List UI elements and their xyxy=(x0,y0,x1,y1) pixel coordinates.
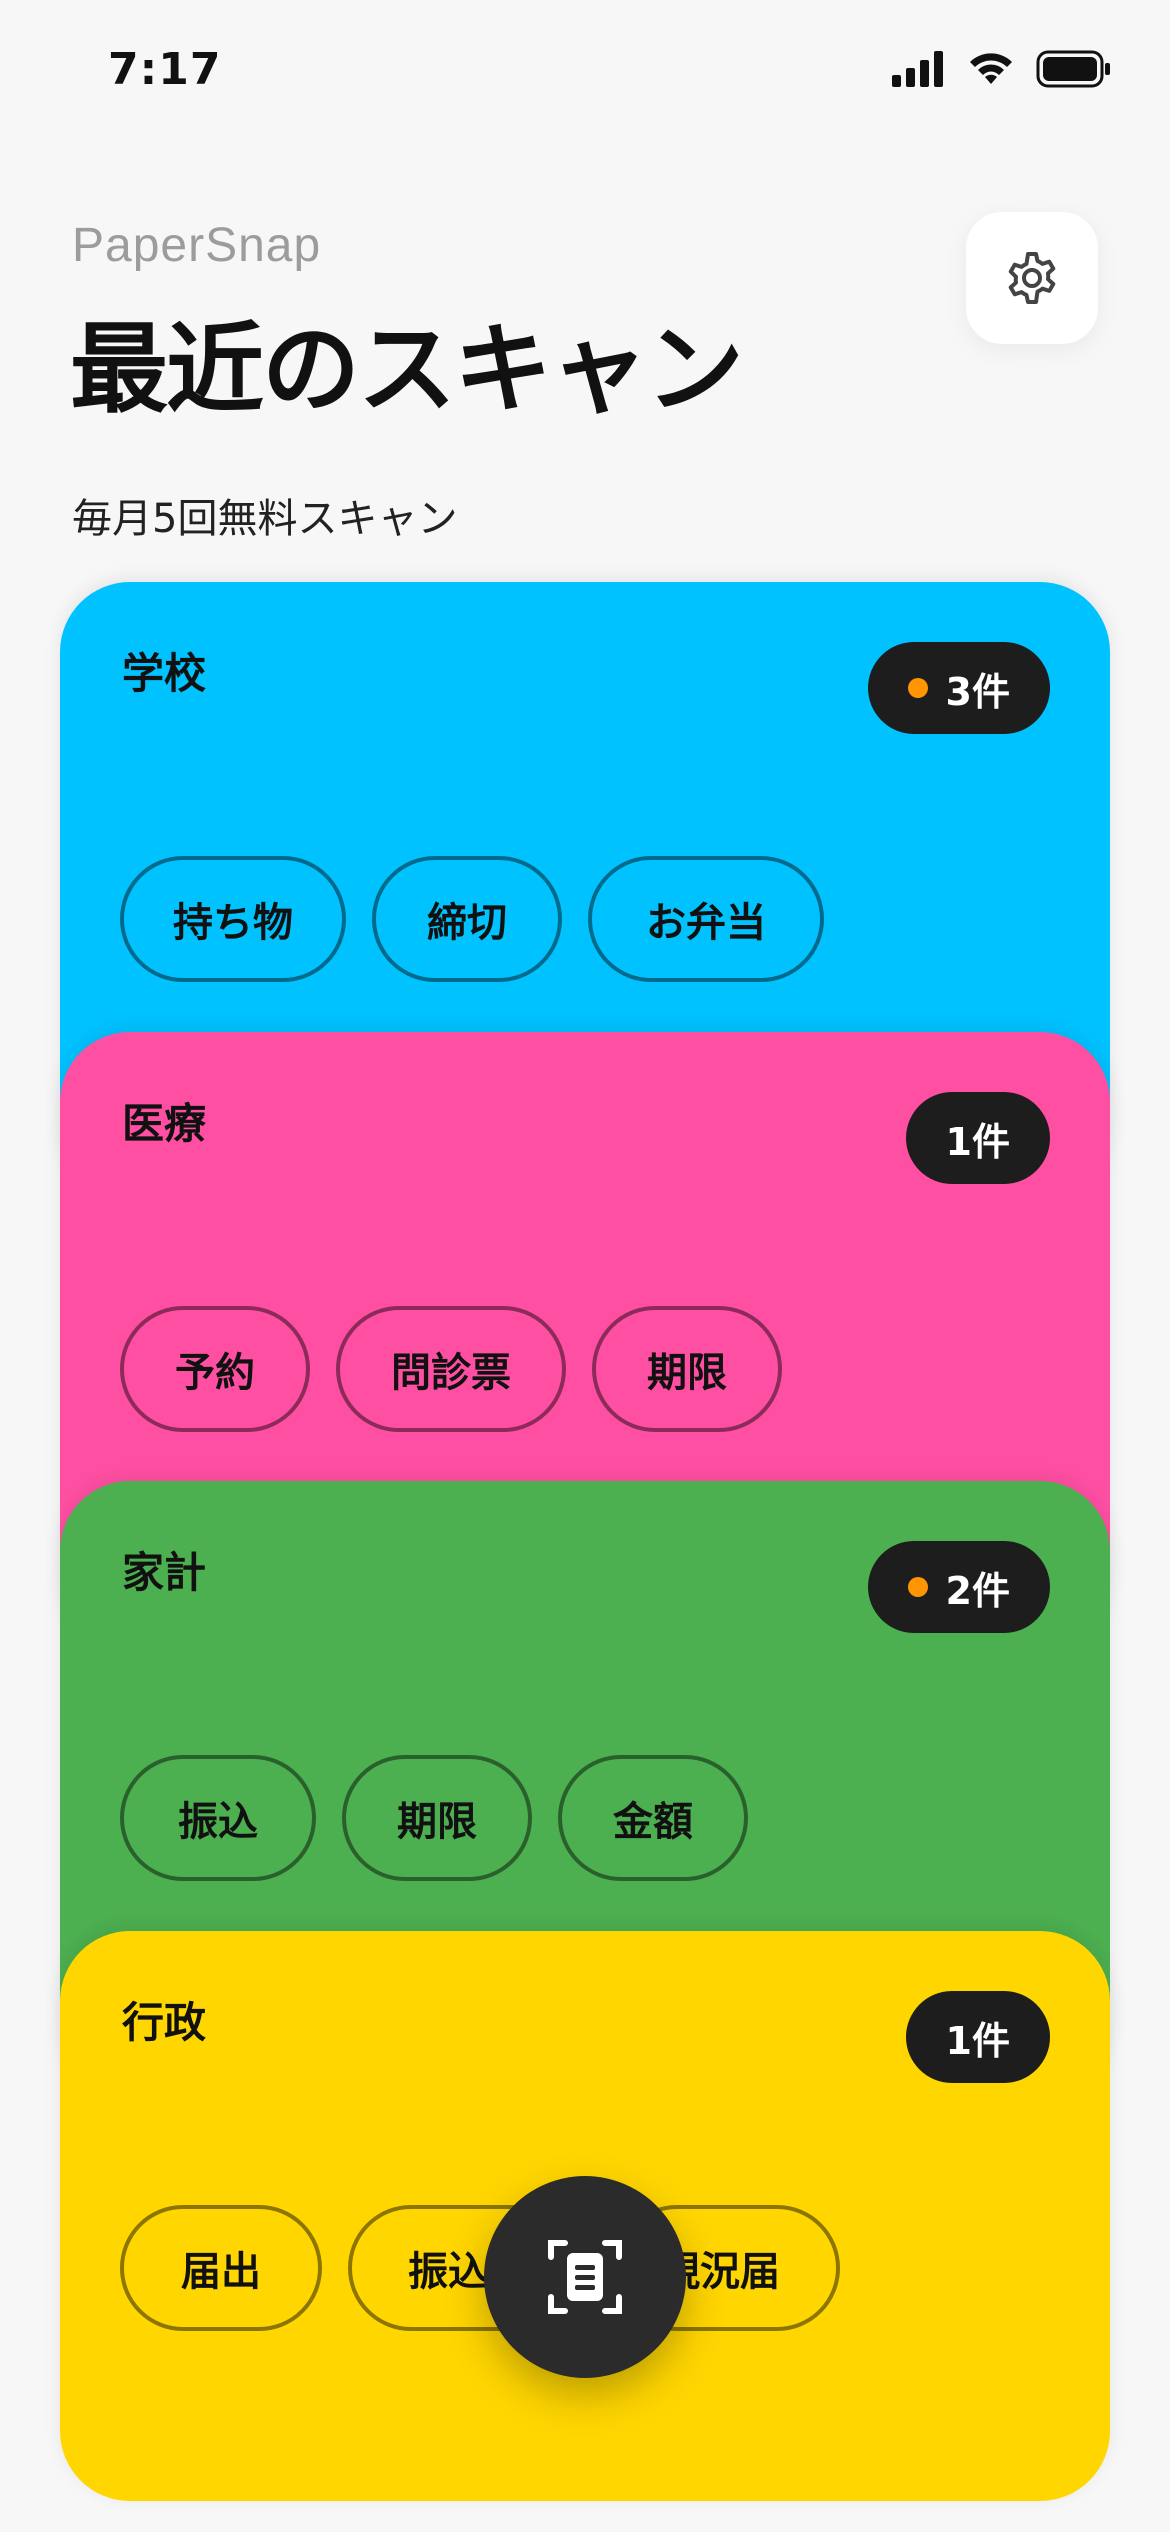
gear-icon xyxy=(1008,252,1056,304)
count-text: 3件 xyxy=(945,669,1010,714)
status-icons xyxy=(892,50,1112,88)
tag-chips: 持ち物 締切 お弁当 xyxy=(120,856,824,982)
wifi-icon xyxy=(970,53,1012,84)
card-label: 行政 xyxy=(122,1998,207,2047)
tag-chips: 予約 問診票 期限 xyxy=(120,1306,782,1432)
document-scan-icon xyxy=(548,2240,622,2314)
card-label: 医療 xyxy=(122,1099,207,1148)
count-badge: 3件 xyxy=(867,642,1050,734)
cellular-signal-icon xyxy=(892,51,943,87)
status-time: 7:17 xyxy=(108,44,222,95)
count-text: 1件 xyxy=(945,2018,1010,2063)
tag-chip[interactable]: 届出 xyxy=(120,2205,322,2331)
unread-dot-icon xyxy=(907,678,928,698)
status-bar: 7:17 xyxy=(0,0,1170,150)
tag-chip[interactable]: 問診票 xyxy=(336,1306,566,1432)
count-badge: 2件 xyxy=(867,1541,1050,1633)
count-text: 2件 xyxy=(945,1568,1010,1613)
page-title: 最近のスキャン xyxy=(70,313,744,427)
card-label: 家計 xyxy=(122,1548,207,1597)
tag-chip[interactable]: 期限 xyxy=(342,1755,532,1881)
tag-chip[interactable]: 予約 xyxy=(120,1306,310,1432)
count-badge: 1件 xyxy=(905,1092,1050,1184)
settings-button[interactable] xyxy=(966,212,1098,344)
tag-chip[interactable]: 持ち物 xyxy=(120,856,346,982)
tag-chips: 届出 振込 現況届 xyxy=(120,2205,840,2331)
count-text: 1件 xyxy=(945,1119,1010,1164)
unread-dot-icon xyxy=(907,1577,928,1597)
app-name: PaperSnap xyxy=(72,219,322,272)
card-label: 学校 xyxy=(122,649,207,698)
count-badge: 1件 xyxy=(905,1991,1050,2083)
tag-chip[interactable]: 期限 xyxy=(592,1306,782,1432)
free-scan-notice: 毎月5回無料スキャン xyxy=(72,496,458,542)
scan-button[interactable] xyxy=(484,2176,686,2378)
tag-chip[interactable]: 締切 xyxy=(372,856,562,982)
tag-chip[interactable]: 振込 xyxy=(120,1755,316,1881)
tag-chip[interactable]: お弁当 xyxy=(588,856,824,982)
tag-chips: 振込 期限 金額 xyxy=(120,1755,748,1881)
battery-icon xyxy=(1036,50,1110,88)
tag-chip[interactable]: 金額 xyxy=(558,1755,748,1881)
